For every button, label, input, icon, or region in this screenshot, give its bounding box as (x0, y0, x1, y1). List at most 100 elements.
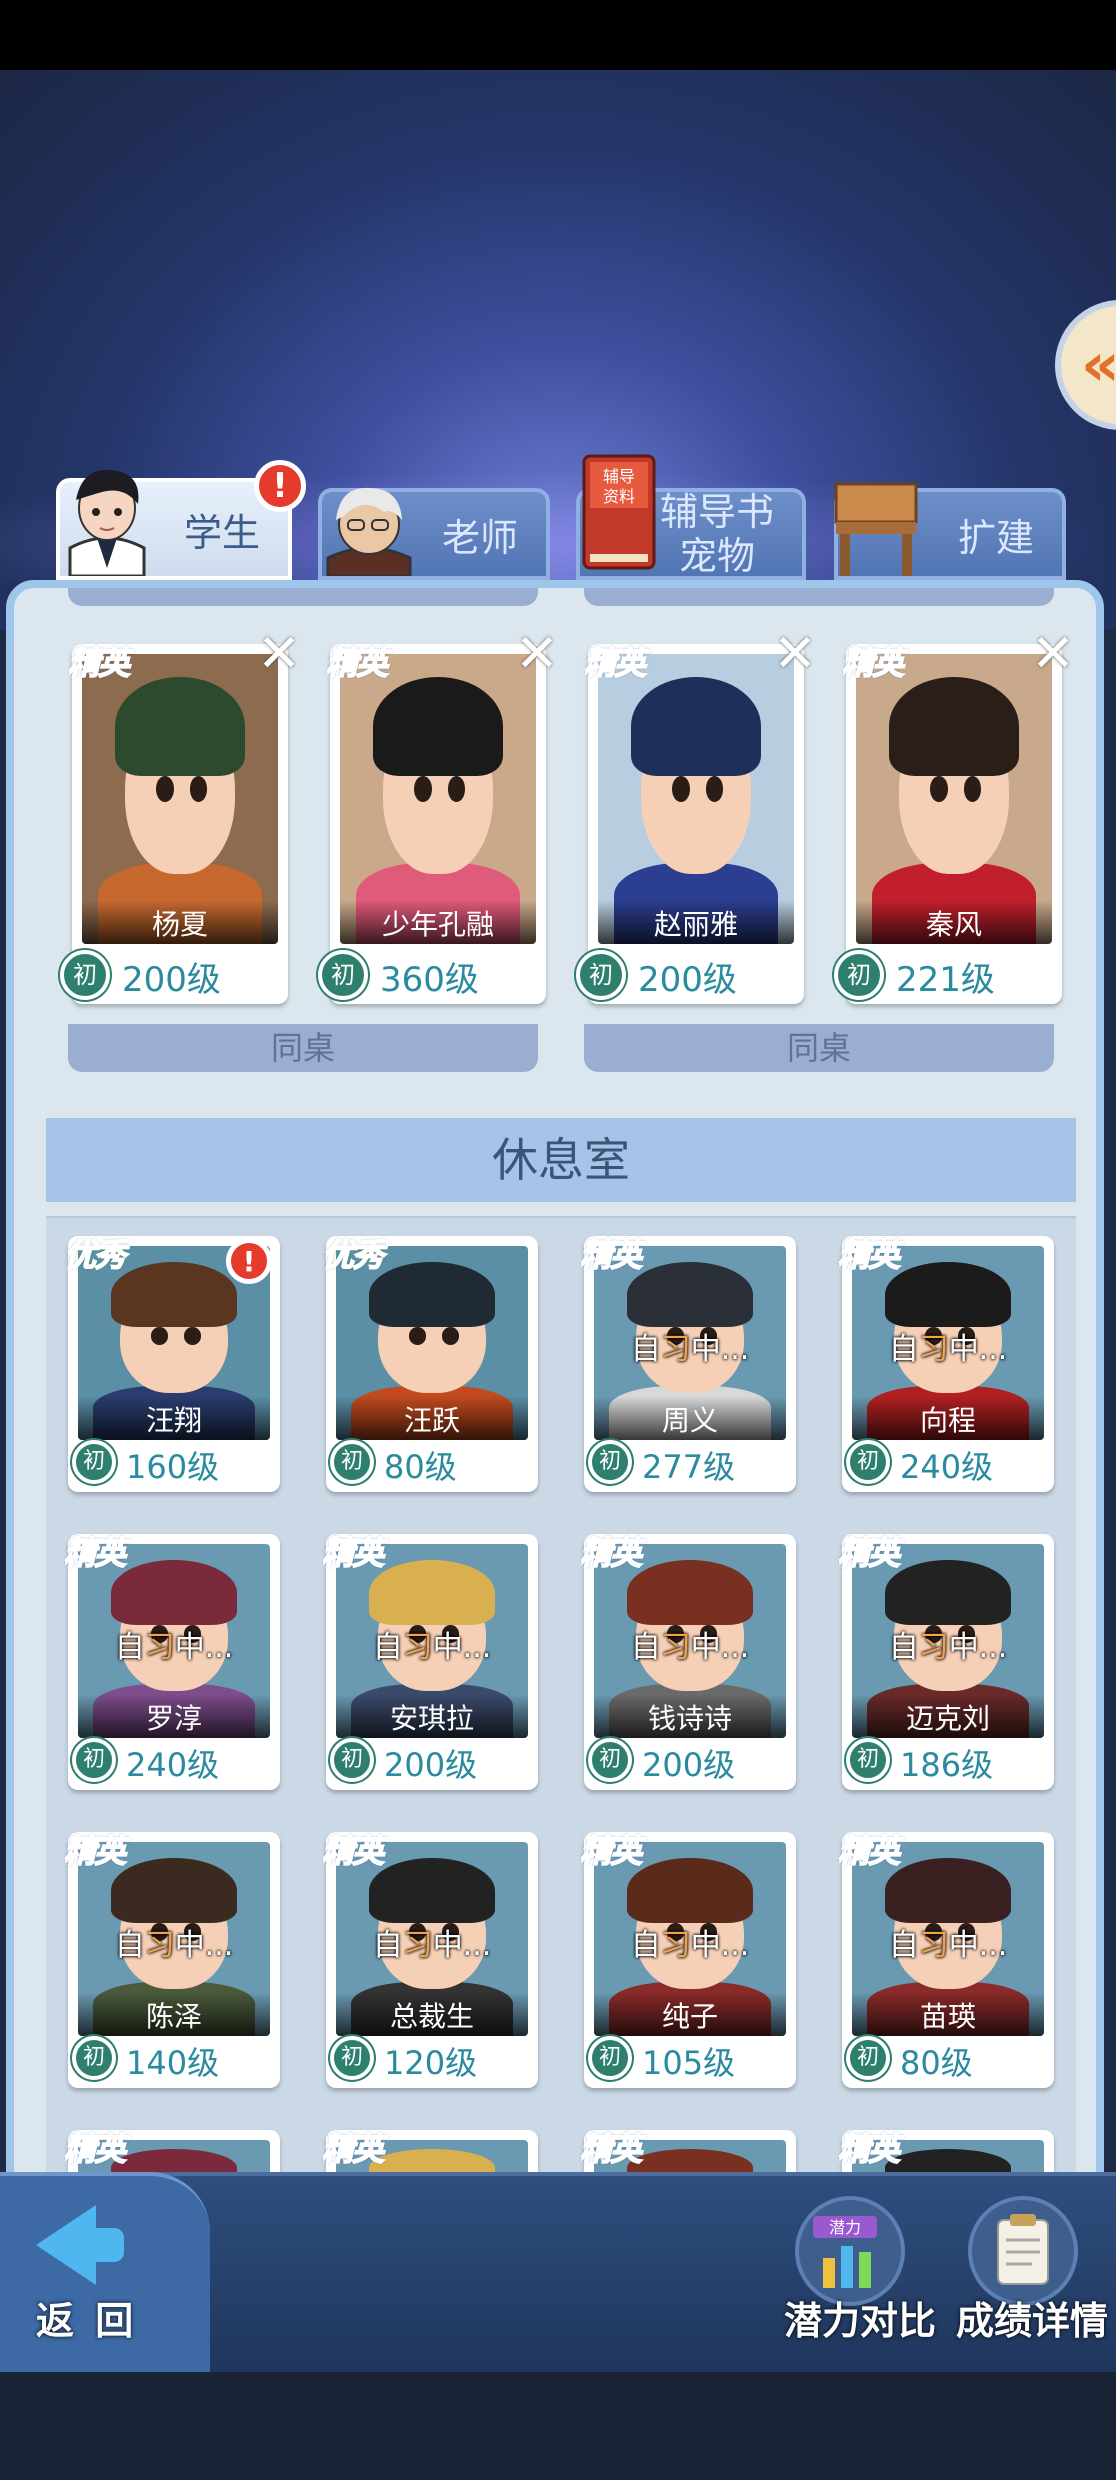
portrait-eye (150, 1327, 169, 1345)
portrait-hair (626, 1857, 754, 1924)
tier-tag: 精英 (837, 1235, 901, 1275)
tier-tag: 精英 (325, 643, 389, 683)
studying-suffix: 中... (948, 1630, 1008, 1665)
level-row: 初 200级 (330, 1738, 542, 1788)
rank-badge: 初 (588, 2036, 632, 2080)
desk-student-card[interactable]: 杨夏 精英 ✕ 初 200级 (60, 628, 301, 1004)
level-row: 初 240级 (72, 1738, 284, 1788)
portrait-hair (110, 1857, 238, 1924)
student-name: 总裁生 (336, 1992, 528, 2036)
portrait-hair (631, 677, 761, 776)
rank-badge: 初 (330, 1738, 374, 1782)
student-level: 360级 (380, 960, 479, 1000)
studying-highlight: 习 (660, 1630, 691, 1665)
studying-suffix: 中... (432, 1928, 492, 1963)
score-details-label[interactable]: 成绩详情 (956, 2290, 1108, 2345)
lounge-student-card[interactable]: 自习中... 纯子 精英初 105级 (579, 1831, 796, 2088)
tier-tag: 精英 (583, 643, 647, 683)
studying-status: 自习中... (594, 1324, 786, 1368)
desk-label-left: 同桌 (68, 1024, 538, 1072)
student-level: 221级 (896, 960, 995, 1000)
lounge-section-title: 休息室 (46, 1118, 1076, 1202)
remove-icon[interactable]: ✕ (772, 628, 818, 680)
back-label[interactable]: 返 回 (36, 2290, 137, 2345)
students-panel[interactable]: 杨夏 精英 ✕ 初 200级 少年孔融 精英 ✕ 初 360级 赵丽雅 精英 ✕ 初 200级 秦风 精英 ✕ 初 2… (6, 580, 1104, 2180)
studying-status: 自习中... (594, 1920, 786, 1964)
student-name: 罗淳 (78, 1694, 270, 1738)
remove-icon[interactable]: ✕ (514, 628, 560, 680)
tab-students[interactable]: 学生 ! (56, 460, 306, 580)
lounge-student-card[interactable]: 自习中... 向程 精英初 240级 (837, 1235, 1054, 1492)
lounge-student-card[interactable]: 自习中... 周义 精英初 277级 (579, 1235, 796, 1492)
student-name: 汪翔 (78, 1396, 270, 1440)
desk-student-card[interactable]: 少年孔融 精英 ✕ 初 360级 (318, 628, 559, 1004)
lounge-student-card[interactable]: 汪翔 优秀! 初 160级 (63, 1235, 280, 1492)
remove-icon[interactable]: ✕ (1030, 628, 1076, 680)
tab-teachers[interactable]: 老师 (318, 487, 550, 580)
studying-suffix: 中... (690, 1630, 750, 1665)
tab-expand-label: 扩建 (957, 515, 1034, 560)
level-row: 初 221级 (834, 950, 1050, 1000)
studying-prefix: 自 (888, 1630, 919, 1665)
level-row: 初 105级 (588, 2036, 800, 2086)
lounge-student-card[interactable]: 自习中... 陈泽 精英初 140级 (63, 1831, 280, 2088)
student-name: 钱诗诗 (594, 1694, 786, 1738)
tier-tag: 精英 (837, 1533, 901, 1573)
tutoring-book-icon: 辅导 资料 (582, 454, 656, 570)
studying-suffix: 中... (432, 1630, 492, 1665)
remove-icon[interactable]: ✕ (256, 628, 302, 680)
portrait-hair (368, 1261, 496, 1328)
lounge-student-card[interactable]: 汪跃 优秀初 80级 (321, 1235, 538, 1492)
tab-expand[interactable]: 扩建 (834, 482, 1066, 580)
portrait-hair (368, 1857, 496, 1924)
level-row: 初 186级 (846, 1738, 1058, 1788)
double-chevron-left-icon: « (1081, 330, 1116, 400)
level-row: 初 277级 (588, 1440, 800, 1490)
studying-prefix: 自 (630, 1630, 661, 1665)
tier-tag: 精英 (63, 1533, 127, 1573)
studying-prefix: 自 (630, 1928, 661, 1963)
desk-student-card[interactable]: 秦风 精英 ✕ 初 221级 (834, 628, 1075, 1004)
studying-status: 自习中... (336, 1622, 528, 1666)
studying-suffix: 中... (174, 1630, 234, 1665)
studying-prefix: 自 (630, 1332, 661, 1367)
desk-student-card[interactable]: 赵丽雅 精英 ✕ 初 200级 (576, 628, 817, 1004)
rank-badge: 初 (60, 950, 110, 1000)
portrait-hair (884, 1559, 1012, 1626)
rank-badge: 初 (72, 1738, 116, 1782)
rank-badge: 初 (330, 1440, 374, 1484)
lounge-student-card[interactable]: 自习中... 钱诗诗 精英初 200级 (579, 1533, 796, 1790)
students-scroll-area[interactable]: 杨夏 精英 ✕ 初 200级 少年孔融 精英 ✕ 初 360级 赵丽雅 精英 ✕ 初 200级 秦风 精英 ✕ 初 2… (14, 588, 1096, 2172)
level-row: 初 200级 (576, 950, 792, 1000)
student-portrait: 少年孔融 (340, 654, 536, 944)
tier-tag: 优秀 (63, 1235, 127, 1275)
studying-highlight: 习 (918, 1332, 949, 1367)
tab-books-pets[interactable]: 辅导 资料 辅导书 宠物 (576, 454, 806, 580)
student-name: 周义 (594, 1396, 786, 1440)
portrait-eye (183, 1327, 201, 1345)
lounge-student-card[interactable]: 自习中... 苗瑛 精英初 80级 (837, 1831, 1054, 2088)
level-row: 初 160级 (72, 1440, 284, 1490)
lounge-student-card[interactable]: 自习中... 安琪拉 精英初 200级 (321, 1533, 538, 1790)
rank-badge: 初 (588, 1440, 632, 1484)
studying-status: 自习中... (594, 1622, 786, 1666)
lounge-student-card[interactable]: 自习中... 迈克刘 精英初 186级 (837, 1533, 1054, 1790)
studying-highlight: 习 (144, 1630, 175, 1665)
studying-status: 自习中... (852, 1622, 1044, 1666)
student-name: 迈克刘 (852, 1694, 1044, 1738)
studying-prefix: 自 (372, 1630, 403, 1665)
lounge-student-card[interactable]: 自习中... 总裁生 精英初 120级 (321, 1831, 538, 2088)
lounge-student-card[interactable]: 自习中... 罗淳 精英初 240级 (63, 1533, 280, 1790)
tier-tag: 精英 (579, 1533, 643, 1573)
student-level: 277级 (642, 1448, 736, 1486)
clipboard-icon (997, 2214, 1049, 2285)
studying-highlight: 习 (660, 1332, 691, 1367)
studying-highlight: 习 (402, 1928, 433, 1963)
tab-pets-label: 宠物 (678, 534, 755, 578)
desk-icon (834, 482, 918, 576)
student-level: 160级 (126, 1448, 220, 1486)
studying-status: 自习中... (78, 1622, 270, 1666)
potential-compare-label[interactable]: 潜力对比 (784, 2290, 936, 2345)
portrait-hair (110, 1261, 238, 1328)
studying-suffix: 中... (690, 1928, 750, 1963)
